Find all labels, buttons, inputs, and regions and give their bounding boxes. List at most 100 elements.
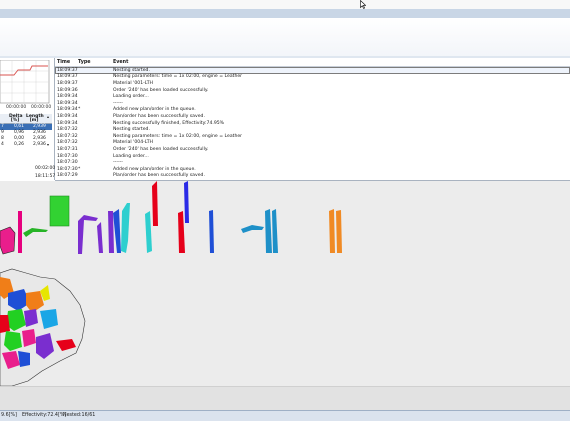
zoom-level: 9.6[%] [1,412,17,418]
log-type: * [78,166,81,172]
left-info-panel: 00:00:00 00:00:00 Delta [%] Length [m] ▴ 7… [0,58,55,180]
table-row[interactable]: 4 0,26 2,936 ▾ [0,142,52,148]
part-shape [78,215,98,254]
log-row[interactable]: 18:09:37 Nesting started. [55,67,570,74]
part-shape [23,228,48,237]
log-row[interactable]: 18:07:32 Nesting started. [55,126,570,133]
part-shape [178,211,185,253]
log-row[interactable]: 18:09:36 Order '240' has been loaded succ… [55,87,570,94]
part-shape [241,225,264,233]
event-log: Time Type Event 18:09:37 Nesting started.… [55,58,570,181]
nested-count: Nested:16/61 [63,412,96,418]
log-row[interactable]: 18:07:30 ------ [55,159,570,166]
log-time: 18:09:34 [57,107,78,113]
log-row[interactable]: 18:09:34 * Added new plan/order in the que… [55,107,570,114]
nesting-canvas[interactable] [0,181,570,387]
log-event: Added new plan/order in the queue. [113,107,196,113]
log-row[interactable]: 18:07:32 Nesting parameters: time = 1x 02… [55,133,570,140]
log-row[interactable]: 18:07:29 Plan/order has been successfully… [55,173,570,180]
log-event: Material '004-LTH [113,140,153,146]
col-event[interactable]: Event [113,60,128,65]
log-row[interactable]: 18:07:30 * Added new plan/order in the que… [55,166,570,173]
part-shape [152,181,158,226]
log-event: Nesting parameters: time = 1x 02:00, eng… [113,74,243,80]
log-time: 18:07:32 [57,133,78,139]
log-event: Nesting successfully finished, Effectivi… [113,120,225,126]
scroll-down-icon[interactable]: ▾ [47,142,49,147]
log-time: 18:07:30 [57,153,78,159]
log-time: 18:09:37 [57,74,78,80]
part-shape [0,226,16,255]
log-time: 18:09:37 [57,80,78,86]
log-time: 18:09:34 [57,100,78,106]
log-row[interactable]: 18:09:34 Loading order... [55,93,570,100]
log-event: Nesting parameters: time = 1x 02:00, eng… [113,133,243,139]
scroll-up-icon[interactable]: ▴ [47,115,49,119]
log-event: Loading order... [113,94,149,100]
log-row[interactable]: 18:07:32 Material '004-LTH [55,140,570,147]
horizontal-scrollbar[interactable] [0,386,570,411]
log-row[interactable]: 18:09:34 Plan/order has been successfully… [55,113,570,120]
log-event: Order '240' has been loaded successfully… [113,146,209,152]
log-header: Time Type Event [55,58,570,67]
log-event: Added new plan/order in the queue. [113,166,196,172]
part-shape [108,211,114,253]
part-shape [121,203,130,253]
log-row[interactable]: 18:09:34 Nesting successfully finished, E… [55,120,570,127]
effectivity-chart [0,60,50,104]
col-time[interactable]: Time [57,60,70,65]
elapsed-time: 00:02:00 [35,166,56,171]
log-event: ------ [113,100,123,106]
log-time: 18:07:30 [57,166,78,172]
stats-table: Delta [%] Length [m] ▴ 7 0,61 2,939 9 0,96… [0,114,52,148]
part-shape [49,195,70,227]
log-time: 18:07:32 [57,127,78,133]
log-event: Nesting started. [113,67,150,73]
log-time: 18:07:31 [57,146,78,152]
log-row[interactable]: 18:07:30 Loading order... [55,153,570,160]
ribbon-toolbar [0,18,570,59]
part-shape [18,211,22,253]
log-time: 18:09:34 [57,94,78,100]
log-event: Loading order... [113,153,149,159]
log-row[interactable]: 18:07:31 Order '240' has been loaded succ… [55,146,570,153]
chart-tick-label: 00:00:00 [6,105,27,110]
log-time: 18:09:34 [57,113,78,119]
part-shape [145,211,152,253]
log-event: Material '001-LTH [113,80,153,86]
part-shape [272,209,278,253]
stats-col-delta[interactable]: Delta [%] [9,114,23,123]
part-shape [184,181,189,223]
log-type: * [78,107,81,113]
part-shape [209,210,214,253]
part-shape [97,222,103,253]
stats-header: Delta [%] Length [m] ▴ [0,114,52,124]
mouse-cursor-icon [360,0,366,9]
part-shape [265,209,272,253]
log-time: 18:07:29 [57,173,78,179]
clock-time: 18:11:57 [35,174,56,179]
nesting-drawing [0,181,342,387]
log-event: Plan/order has been successfully saved. [113,173,205,179]
log-time: 18:09:36 [57,87,78,93]
log-event: Nesting started. [113,127,150,133]
log-time: 18:09:34 [57,120,78,126]
part-shape [18,351,30,367]
log-row[interactable]: 18:09:34 ------ [55,100,570,107]
log-time: 18:07:32 [57,140,78,146]
stats-col-length[interactable]: Length [m] [26,114,44,123]
log-time: 18:07:30 [57,160,78,166]
effectivity-status: Effectivity:72.4[%] [22,412,67,418]
part-shape [329,209,335,253]
window-titlebar [0,0,570,9]
log-event: Order '240' has been loaded successfully… [113,87,209,93]
part-shape [336,210,342,253]
log-row[interactable]: 18:09:37 Nesting parameters: time = 1x 02… [55,74,570,81]
log-row[interactable]: 18:09:37 Material '001-LTH [55,80,570,87]
log-event: Plan/order has been successfully saved. [113,113,205,119]
part-shape [113,209,121,253]
col-type[interactable]: Type [78,60,91,65]
status-bar: 9.6[%] Effectivity:72.4[%] Nested:16/61 [0,410,570,421]
log-time: 18:09:37 [57,67,78,73]
log-event: ------ [113,160,123,166]
